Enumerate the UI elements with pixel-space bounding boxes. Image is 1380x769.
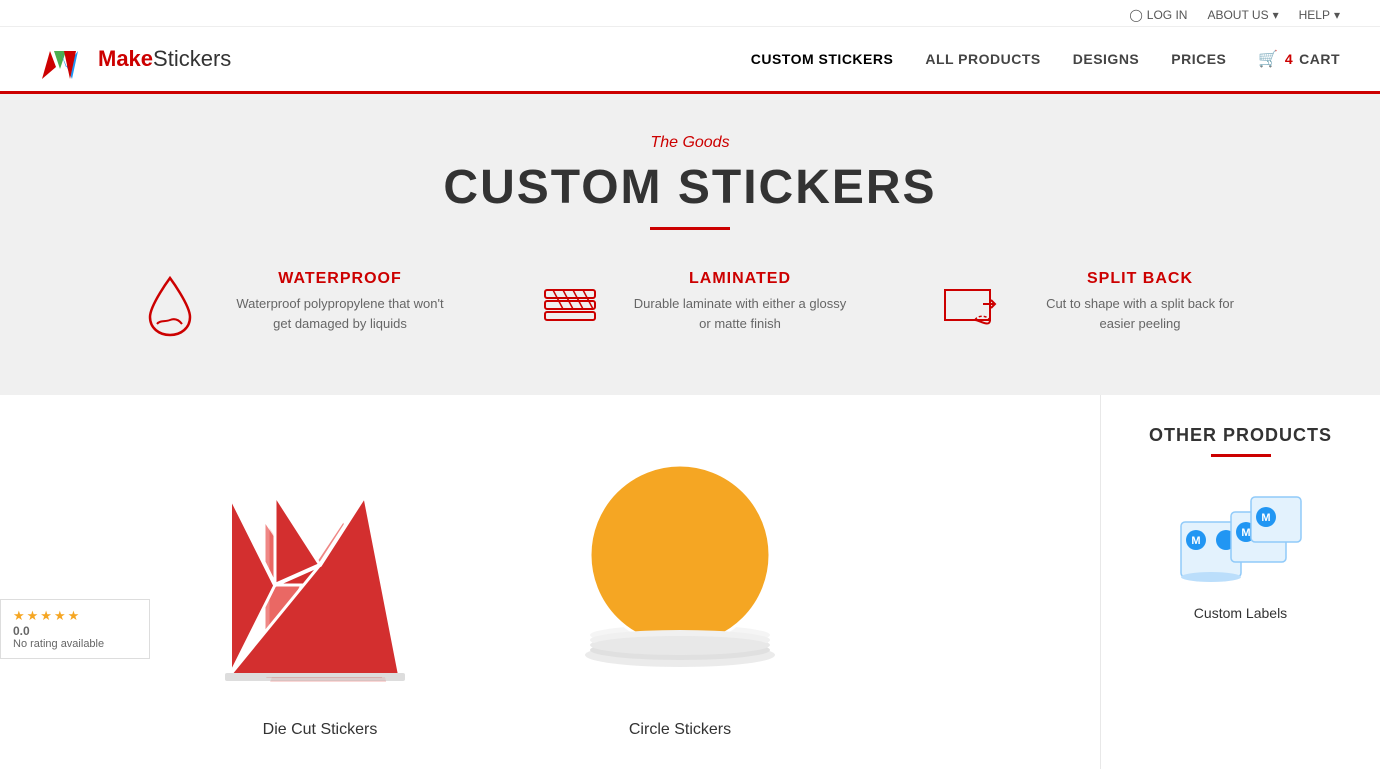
split-back-icon xyxy=(930,270,1010,345)
main-header: MakeStickers CUSTOM STICKERS ALL PRODUCT… xyxy=(0,27,1380,94)
rating-stars: ★★★★★ xyxy=(13,608,137,624)
top-bar: ◯ LOG IN ABOUT US ▾ HELP ▾ xyxy=(0,0,1380,27)
die-cut-label: Die Cut Stickers xyxy=(160,721,480,739)
logo-text: MakeStickers xyxy=(98,46,231,72)
hero-title: CUSTOM STICKERS xyxy=(20,160,1360,215)
sidebar-product-custom-labels[interactable]: M M M Custom Labels xyxy=(1121,477,1360,621)
logo[interactable]: MakeStickers xyxy=(40,37,231,81)
svg-text:M: M xyxy=(1241,527,1250,539)
svg-text:M: M xyxy=(1261,512,1270,524)
rating-label: No rating available xyxy=(13,638,137,650)
hero-section: The Goods CUSTOM STICKERS WATERPROOF Wat… xyxy=(0,94,1380,395)
nav-cart[interactable]: 🛒 4 CART xyxy=(1258,49,1340,69)
sidebar-divider xyxy=(1211,454,1271,457)
rating-score: 0.0 xyxy=(13,624,137,638)
rating-badge: ★★★★★ 0.0 No rating available xyxy=(0,599,150,659)
feature-waterproof: WATERPROOF Waterproof polypropylene that… xyxy=(130,270,450,345)
nav-designs[interactable]: DESIGNS xyxy=(1073,51,1140,67)
circle-label: Circle Stickers xyxy=(520,721,840,739)
waterproof-icon xyxy=(130,270,210,345)
split-back-content: SPLIT BACK Cut to shape with a split bac… xyxy=(1030,270,1250,333)
die-cut-image xyxy=(160,425,480,705)
user-icon: ◯ xyxy=(1129,8,1142,22)
about-link[interactable]: ABOUT US ▾ xyxy=(1207,8,1278,22)
circle-image xyxy=(520,425,840,705)
main-products: Die Cut Stickers xyxy=(0,395,1100,769)
laminated-icon xyxy=(530,270,610,345)
features-row: WATERPROOF Waterproof polypropylene that… xyxy=(20,270,1360,345)
custom-labels-name: Custom Labels xyxy=(1121,605,1360,621)
nav-custom-stickers[interactable]: CUSTOM STICKERS xyxy=(751,51,894,67)
circle-stickers-svg xyxy=(550,435,810,695)
feature-laminated: LAMINATED Durable laminate with either a… xyxy=(530,270,850,345)
sidebar: OTHER PRODUCTS M xyxy=(1100,395,1380,769)
feature-split-back: SPLIT BACK Cut to shape with a split bac… xyxy=(930,270,1250,345)
custom-labels-image: M M M xyxy=(1161,477,1321,597)
cart-icon: 🛒 xyxy=(1258,49,1278,69)
nav-all-products[interactable]: ALL PRODUCTS xyxy=(925,51,1040,67)
svg-text:M: M xyxy=(1191,535,1200,547)
nav-prices[interactable]: PRICES xyxy=(1171,51,1226,67)
waterproof-content: WATERPROOF Waterproof polypropylene that… xyxy=(230,270,450,333)
logo-icon xyxy=(40,37,90,81)
login-link[interactable]: ◯ LOG IN xyxy=(1129,8,1187,22)
product-circle[interactable]: Circle Stickers xyxy=(520,425,840,739)
main-navigation: CUSTOM STICKERS ALL PRODUCTS DESIGNS PRI… xyxy=(751,49,1340,69)
chevron-down-icon: ▾ xyxy=(1334,8,1340,22)
hero-divider xyxy=(650,227,730,230)
chevron-down-icon: ▾ xyxy=(1273,8,1279,22)
custom-labels-svg: M M M xyxy=(1161,482,1321,592)
laminated-content: LAMINATED Durable laminate with either a… xyxy=(630,270,850,333)
die-cut-stickers-svg xyxy=(170,435,470,695)
product-die-cut[interactable]: Die Cut Stickers xyxy=(160,425,480,739)
help-link[interactable]: HELP ▾ xyxy=(1299,8,1340,22)
hero-subtitle: The Goods xyxy=(20,134,1360,152)
products-section: Die Cut Stickers xyxy=(0,395,1380,769)
sidebar-title: OTHER PRODUCTS xyxy=(1121,425,1360,446)
